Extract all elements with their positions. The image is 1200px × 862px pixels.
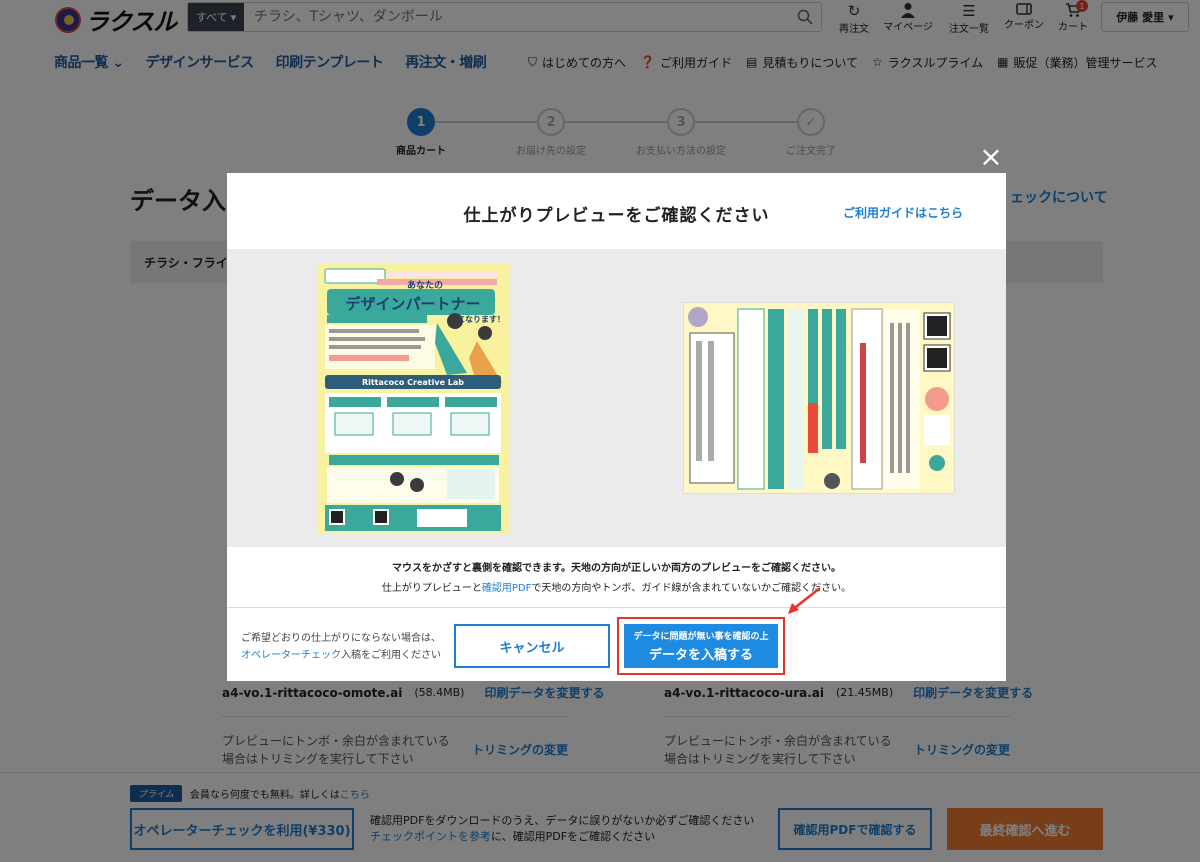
submit-data-button[interactable]: データに問題が無い事を確認の上 データを入稿する — [624, 624, 778, 668]
footer-hint: ご希望どおりの仕上がりにならない場合は、 オペレーターチェック入稿をご利用くださ… — [241, 630, 441, 664]
preview-note-bold: マウスをかざすと裏側を確認できます。天地の方向が正しいか両方のプレビューをご確認… — [392, 563, 841, 574]
submit-sub-label: データに問題が無い事を確認の上 — [633, 632, 769, 642]
close-icon[interactable]: × — [978, 143, 1004, 171]
confirm-pdf-link[interactable]: 確認用PDF — [482, 583, 531, 594]
flyer-headline: デザインパートナー — [345, 295, 480, 313]
annotation-arrow-icon — [788, 587, 821, 614]
flyer-footer: Rittacoco Creative Lab — [362, 378, 464, 387]
cancel-button[interactable]: キャンセル — [454, 624, 610, 668]
flyer-sub: あなたの — [407, 280, 443, 291]
preview-area: デザインパートナー あなたの になります！ Rittacoco Creative… — [227, 249, 1006, 547]
preview-modal: 仕上がりプレビューをご確認ください ご利用ガイドはこちら デザインパートナー あ… — [227, 173, 1006, 681]
modal-header: 仕上がりプレビューをご確認ください ご利用ガイドはこちら — [227, 173, 1006, 249]
page: ラクスル すべて ▾ ↻ 再注文 マイページ ☰ 注文一覧 クーポン — [0, 0, 1200, 862]
preview-note: マウスをかざすと裏側を確認できます。天地の方向が正しいか両方のプレビューをご確認… — [227, 559, 1006, 599]
hint-text: ご希望どおりの仕上がりにならない場合は、 — [241, 633, 441, 644]
flyer-tag: になります！ — [457, 315, 505, 324]
note-text: 仕上がりプレビューと — [381, 583, 482, 594]
back-flyer-art — [684, 303, 954, 493]
operator-check-link[interactable]: オペレーターチェック — [241, 650, 341, 661]
submit-main-label: データを入稿する — [648, 648, 753, 663]
front-flyer-art: デザインパートナー あなたの になります！ Rittacoco Creative… — [317, 263, 509, 533]
modal-footer: ご希望どおりの仕上がりにならない場合は、 オペレーターチェック入稿をご利用くださ… — [227, 607, 1006, 681]
guide-link[interactable]: ご利用ガイドはこちら — [843, 204, 963, 221]
submit-highlight-box: データに問題が無い事を確認の上 データを入稿する — [617, 617, 785, 675]
front-preview-image[interactable]: デザインパートナー あなたの になります！ Rittacoco Creative… — [317, 263, 509, 533]
hint-text: 入稿をご利用ください — [341, 650, 441, 661]
back-preview-image[interactable] — [683, 302, 955, 494]
